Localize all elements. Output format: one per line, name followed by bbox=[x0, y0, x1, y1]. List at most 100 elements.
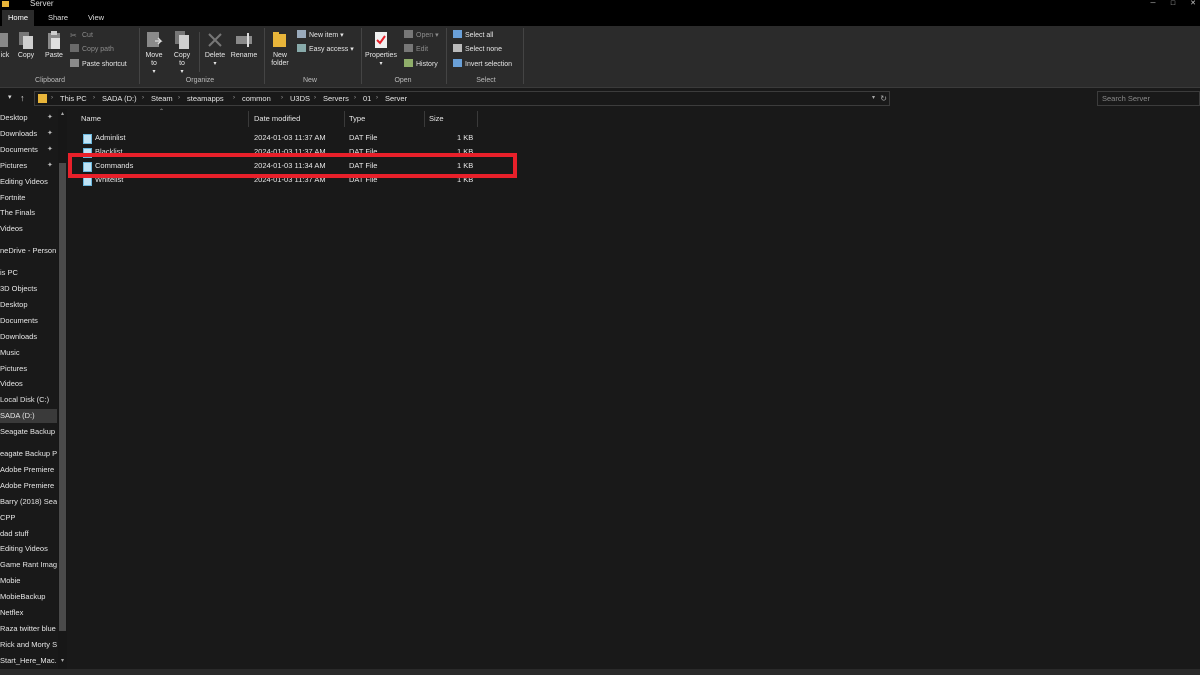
paste-shortcut-button[interactable]: Paste shortcut bbox=[70, 59, 127, 71]
open-group-label: Open bbox=[394, 77, 412, 84]
sidebar-item[interactable]: 3D Objects bbox=[0, 282, 57, 296]
sidebar-item[interactable]: Rick and Morty S bbox=[0, 638, 57, 652]
column-header-type[interactable]: Type bbox=[349, 111, 424, 126]
sidebar-item[interactable]: Game Rant Imag bbox=[0, 558, 57, 572]
ribbon-divider bbox=[523, 28, 524, 84]
sidebar-item[interactable]: Videos bbox=[0, 377, 57, 391]
minimize-icon[interactable]: ─ bbox=[1148, 0, 1158, 8]
sidebar-item[interactable]: Local Disk (C:) bbox=[0, 393, 57, 407]
sidebar-item[interactable]: neDrive - Person bbox=[0, 244, 57, 258]
select-none-button[interactable]: Select none bbox=[453, 44, 502, 56]
breadcrumb-separator-icon: › bbox=[233, 95, 235, 101]
close-icon[interactable]: ✕ bbox=[1188, 0, 1198, 8]
edit-label: Edit bbox=[416, 46, 429, 53]
tab-share[interactable]: Share bbox=[42, 10, 74, 26]
sidebar-item[interactable]: MobieBackup bbox=[0, 590, 57, 604]
sidebar-item[interactable]: Raza twitter blue bbox=[0, 622, 57, 636]
breadcrumb-server[interactable]: Server bbox=[385, 92, 407, 105]
invert-selection-button[interactable]: Invert selection bbox=[453, 59, 512, 71]
up-arrow-icon[interactable]: ↑ bbox=[20, 93, 25, 103]
breadcrumb-this-pc[interactable]: This PC bbox=[60, 92, 87, 105]
pin-to-quick-access-button[interactable]: ick bbox=[0, 30, 12, 60]
sidebar-item[interactable]: Downloads bbox=[0, 330, 57, 344]
move-to-label: Move to bbox=[145, 52, 163, 67]
search-input[interactable] bbox=[1098, 92, 1199, 105]
history-button[interactable]: History bbox=[404, 59, 438, 71]
sidebar-item[interactable]: Editing Videos bbox=[0, 175, 57, 189]
refresh-icon[interactable]: ↻ bbox=[880, 92, 887, 105]
sidebar-item[interactable]: Desktop ✦ bbox=[0, 111, 57, 125]
column-divider[interactable] bbox=[424, 111, 425, 127]
address-bar[interactable]: › This PC › SADA (D:) › Steam › steamapp… bbox=[34, 91, 890, 106]
sidebar-item[interactable]: Documents bbox=[0, 314, 57, 328]
sidebar-item[interactable]: Pictures bbox=[0, 362, 57, 376]
sidebar-item[interactable]: Pictures ✦ bbox=[0, 159, 57, 173]
paste-button[interactable]: Paste bbox=[42, 30, 66, 60]
delete-button[interactable]: Delete ▾ bbox=[203, 30, 227, 68]
sidebar-item[interactable]: Editing Videos bbox=[0, 542, 57, 556]
maximize-icon[interactable]: □ bbox=[1168, 0, 1178, 8]
easy-access-button[interactable]: Easy access ▾ bbox=[297, 44, 354, 56]
sidebar-item[interactable]: Netflex bbox=[0, 606, 57, 620]
sidebar-item[interactable]: Start_Here_Mac. bbox=[0, 654, 57, 668]
column-divider[interactable] bbox=[344, 111, 345, 127]
breadcrumb-separator-icon: › bbox=[178, 95, 180, 101]
sidebar-item[interactable]: Videos bbox=[0, 222, 57, 236]
edit-button[interactable]: Edit bbox=[404, 44, 428, 56]
sidebar-item[interactable]: Downloads ✦ bbox=[0, 127, 57, 141]
column-header-size[interactable]: Size bbox=[429, 111, 474, 126]
cut-button[interactable]: ✂ Cut bbox=[70, 30, 93, 42]
file-name-cell: Adminlist bbox=[95, 133, 126, 142]
sidebar-item-label: Editing Videos bbox=[0, 176, 48, 186]
breadcrumb-01[interactable]: 01 bbox=[363, 92, 371, 105]
column-divider[interactable] bbox=[248, 111, 249, 127]
scrollbar-thumb[interactable] bbox=[59, 163, 66, 631]
address-dropdown-chevron-icon[interactable]: ▾ bbox=[872, 92, 875, 105]
sidebar-item[interactable]: eagate Backup P bbox=[0, 447, 57, 461]
move-to-button[interactable]: Move to ▾ bbox=[143, 30, 165, 76]
new-folder-button[interactable]: New folder bbox=[268, 30, 292, 68]
sidebar-item[interactable]: Barry (2018) Seas bbox=[0, 495, 57, 509]
tab-view[interactable]: View bbox=[80, 10, 112, 26]
breadcrumb-servers[interactable]: Servers bbox=[323, 92, 349, 105]
sidebar-item[interactable]: Mobie bbox=[0, 574, 57, 588]
scroll-up-icon[interactable]: ▴ bbox=[59, 110, 66, 117]
scroll-down-icon[interactable]: ▾ bbox=[59, 657, 66, 664]
breadcrumb-steamapps[interactable]: steamapps bbox=[187, 92, 224, 105]
copy-to-label: Copy to bbox=[173, 52, 191, 67]
sidebar-item[interactable]: CPP bbox=[0, 511, 57, 525]
sidebar-item[interactable]: is PC bbox=[0, 266, 57, 280]
copy-button[interactable]: Copy bbox=[14, 30, 38, 60]
sidebar-item[interactable]: Music bbox=[0, 346, 57, 360]
column-header-name[interactable]: Name bbox=[81, 111, 246, 126]
rename-button[interactable]: Rename bbox=[230, 30, 258, 60]
tab-home[interactable]: Home bbox=[2, 10, 34, 26]
sidebar-item[interactable]: Adobe Premiere bbox=[0, 479, 57, 493]
properties-button[interactable]: Properties ▾ bbox=[362, 30, 400, 68]
sidebar-item[interactable]: Adobe Premiere bbox=[0, 463, 57, 477]
ribbon-tabs: Home Share View bbox=[0, 10, 1200, 26]
sidebar-item[interactable]: SADA (D:) bbox=[0, 409, 57, 424]
breadcrumb-u3ds[interactable]: U3DS bbox=[290, 92, 310, 105]
nav-scrollbar[interactable]: ▴ ▾ bbox=[58, 109, 67, 669]
copy-path-button[interactable]: Copy path bbox=[70, 44, 114, 56]
sidebar-item[interactable]: Desktop bbox=[0, 298, 57, 312]
open-button[interactable]: Open ▾ bbox=[404, 30, 439, 42]
new-item-button[interactable]: New item ▾ bbox=[297, 30, 344, 42]
copy-to-button[interactable]: Copy to ▾ bbox=[171, 30, 193, 76]
sidebar-item[interactable]: Fortnite bbox=[0, 191, 57, 205]
search-box[interactable] bbox=[1097, 91, 1200, 106]
sidebar-item[interactable]: The Finals bbox=[0, 206, 57, 220]
sidebar-item[interactable]: dad stuff bbox=[0, 527, 57, 541]
sidebar-item[interactable]: Seagate Backup bbox=[0, 425, 57, 439]
column-header-date-modified[interactable]: Date modified bbox=[254, 111, 342, 126]
select-all-button[interactable]: Select all bbox=[453, 30, 493, 42]
breadcrumb-sada[interactable]: SADA (D:) bbox=[102, 92, 137, 105]
breadcrumb-steam[interactable]: Steam bbox=[151, 92, 173, 105]
table-row[interactable]: Adminlist 2024-01-03 11:37 AM DAT File 1 KB bbox=[68, 131, 518, 145]
breadcrumb-common[interactable]: common bbox=[242, 92, 271, 105]
column-divider[interactable] bbox=[477, 111, 478, 127]
recent-locations-chevron-icon[interactable]: ▾ bbox=[8, 93, 12, 101]
breadcrumb-separator-icon: › bbox=[281, 95, 283, 101]
sidebar-item[interactable]: Documents ✦ bbox=[0, 143, 57, 157]
